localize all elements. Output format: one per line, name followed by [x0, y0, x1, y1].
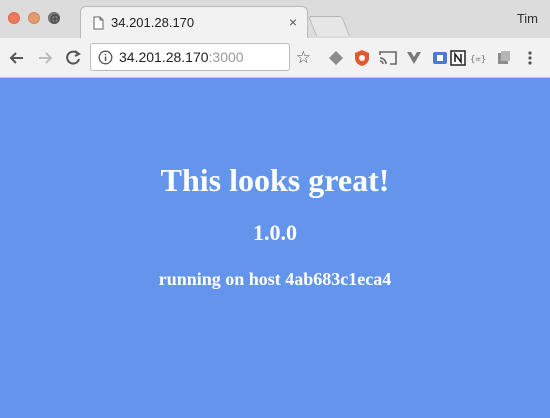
notion-icon[interactable]: [448, 48, 468, 68]
ext-icon-8[interactable]: [494, 48, 514, 68]
svg-text:{=}: {=}: [470, 55, 486, 65]
menu-icon[interactable]: [520, 48, 540, 68]
new-tab-button[interactable]: [307, 16, 351, 36]
cast-icon[interactable]: [378, 48, 398, 68]
vue-devtools-icon[interactable]: [404, 48, 424, 68]
url-port: :3000: [208, 49, 244, 65]
back-arrow-icon[interactable]: [6, 47, 28, 69]
forward-arrow-icon[interactable]: [34, 47, 56, 69]
page-heading: This looks great!: [160, 162, 390, 198]
tab-title: 34.201.28.170: [111, 15, 195, 30]
zoom-icon: [50, 14, 60, 24]
info-icon[interactable]: [98, 50, 113, 65]
tab-active[interactable]: 34.201.28.170 ×: [80, 6, 308, 38]
ext-icon-1[interactable]: [326, 48, 346, 68]
json-viewer-icon[interactable]: {=}: [470, 48, 490, 68]
url-host: 34.201.28.170: [119, 49, 209, 65]
profile-name[interactable]: Tim: [517, 11, 538, 26]
window-zoom-button[interactable]: [48, 12, 60, 24]
tab-strip: 34.201.28.170 × Tim: [0, 0, 550, 38]
window-minimize-button[interactable]: [28, 12, 40, 24]
tab-close-icon[interactable]: ×: [289, 14, 297, 30]
address-bar[interactable]: 34.201.28.170:3000 ☆: [90, 43, 311, 71]
bookmark-star-icon[interactable]: ☆: [296, 48, 311, 68]
reload-icon[interactable]: [62, 47, 84, 69]
url-text: 34.201.28.170:3000: [119, 49, 244, 65]
version-text: 1.0.0: [253, 220, 297, 245]
ublock-icon[interactable]: [352, 48, 372, 68]
host-text: running on host 4ab683c1eca4: [158, 269, 392, 289]
browser-toolbar: 34.201.28.170:3000 ☆ {=}: [0, 38, 550, 78]
window-close-button[interactable]: [8, 12, 20, 24]
document-icon: [93, 16, 104, 30]
ext-icon-5[interactable]: [430, 48, 450, 68]
page-content: This looks great! 1.0.0 running on host …: [0, 78, 550, 418]
